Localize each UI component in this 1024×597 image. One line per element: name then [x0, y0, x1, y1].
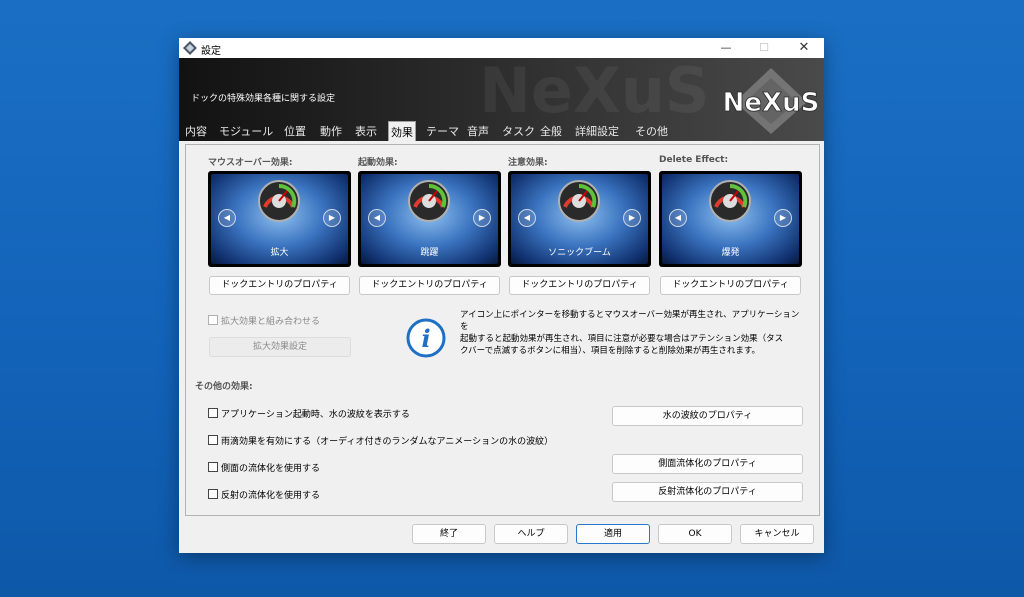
header-banner: NeXuS ドックの特殊効果各種に関する設定 NeXuS 内容 モジュール 位置… — [179, 58, 824, 141]
effects-description: アイコン上にポインターを移動するとマウスオーバー効果が再生され、アプリケーション… — [460, 309, 800, 357]
tab-theme[interactable]: テーマ — [426, 123, 459, 141]
reflection-fluid-checkbox[interactable]: 反射の流体化を使用する — [208, 488, 320, 501]
description-line: クバーで点滅するボタンに相当）、項目を削除すると削除効果が再生されます。 — [460, 346, 760, 356]
maximize-button[interactable]: ☐ — [745, 38, 783, 58]
help-button[interactable]: ヘルプ — [494, 524, 568, 544]
effect-caption: 跳躍 — [420, 248, 439, 258]
tab-misc[interactable]: その他 — [635, 123, 668, 141]
gauge-icon — [709, 180, 751, 222]
svg-text:i: i — [421, 324, 430, 353]
close-button[interactable]: ✕ — [785, 38, 823, 58]
tab-sound[interactable]: 音声 — [467, 123, 489, 141]
launch-effect-preview: ◀ ▶ 跳躍 — [358, 171, 501, 267]
window-title: 設定 — [201, 46, 221, 57]
tab-display[interactable]: 表示 — [355, 123, 377, 141]
previous-arrow-icon[interactable]: ◀ — [368, 209, 386, 227]
combine-zoom-label: 拡大効果と組み合わせる — [221, 317, 321, 327]
effect-caption: 爆発 — [721, 248, 740, 258]
checkbox-box[interactable] — [208, 435, 218, 445]
previous-arrow-icon[interactable]: ◀ — [669, 209, 687, 227]
reflection-fluid-label: 反射の流体化を使用する — [221, 491, 321, 501]
previous-arrow-icon[interactable]: ◀ — [518, 209, 536, 227]
description-line: 起動すると起動効果が再生され、項目に注意が必要な場合はアテンション効果（タス — [460, 334, 784, 344]
tab-advanced[interactable]: 詳細設定 — [575, 123, 619, 141]
side-fluid-properties-button[interactable]: 側面流体化のプロパティ — [612, 454, 803, 474]
banner-watermark: NeXuS — [479, 58, 710, 127]
delete-effect-label: Delete Effect: — [659, 155, 729, 165]
tab-contents[interactable]: 内容 — [185, 123, 207, 141]
info-icon: i — [406, 318, 446, 358]
checkbox-box[interactable] — [208, 489, 218, 499]
water-ripple-label: アプリケーション起動時、水の波紋を表示する — [221, 410, 410, 420]
mouseover-effect-preview: ◀ ▶ 拡大 — [208, 171, 351, 267]
tab-position[interactable]: 位置 — [284, 123, 306, 141]
effect-caption: 拡大 — [270, 248, 289, 258]
banner-subtitle: ドックの特殊効果各種に関する設定 — [191, 94, 336, 104]
raindrop-label: 雨滴効果を有効にする（オーディオ付きのランダムなアニメーションの水の波紋） — [221, 437, 554, 447]
checkbox-box[interactable] — [208, 462, 218, 472]
gauge-icon — [258, 180, 300, 222]
tab-tasks[interactable]: タスク — [502, 123, 535, 141]
minimize-button[interactable]: — — [707, 38, 745, 58]
combine-zoom-checkbox[interactable]: 拡大効果と組み合わせる — [208, 314, 320, 327]
tab-behavior[interactable]: 動作 — [320, 123, 342, 141]
tab-general[interactable]: 全般 — [540, 123, 562, 141]
apply-button[interactable]: 適用 — [576, 524, 650, 544]
other-effects-heading: その他の効果: — [195, 382, 253, 392]
nexus-logo: NeXuS — [725, 68, 817, 134]
next-arrow-icon[interactable]: ▶ — [774, 209, 792, 227]
side-fluid-label: 側面の流体化を使用する — [221, 464, 321, 474]
dock-entry-properties-button-2[interactable]: ドックエントリのプロパティ — [359, 276, 500, 295]
attention-effect-label: 注意効果: — [508, 158, 548, 168]
app-diamond-icon — [183, 41, 197, 55]
next-arrow-icon[interactable]: ▶ — [623, 209, 641, 227]
title-bar[interactable]: 設定 — ☐ ✕ — [179, 38, 824, 58]
effects-panel: マウスオーバー効果: ◀ ▶ 拡大 ドックエントリのプロパティ 起動効果: ◀ … — [185, 144, 820, 516]
ok-button[interactable]: OK — [658, 524, 732, 544]
gauge-icon — [558, 180, 600, 222]
tab-modules[interactable]: モジュール — [219, 123, 273, 141]
next-arrow-icon[interactable]: ▶ — [473, 209, 491, 227]
delete-effect-preview: ◀ ▶ 爆発 — [659, 171, 802, 267]
dock-entry-properties-button-4[interactable]: ドックエントリのプロパティ — [660, 276, 801, 295]
launch-effect-label: 起動効果: — [358, 158, 398, 168]
attention-effect-preview: ◀ ▶ ソニックブーム — [508, 171, 651, 267]
settings-window: 設定 — ☐ ✕ NeXuS ドックの特殊効果各種に関する設定 NeXuS 内容… — [179, 38, 824, 553]
raindrop-checkbox[interactable]: 雨滴効果を有効にする（オーディオ付きのランダムなアニメーションの水の波紋） — [208, 434, 553, 447]
dock-entry-properties-button-3[interactable]: ドックエントリのプロパティ — [509, 276, 650, 295]
checkbox-box[interactable] — [208, 315, 218, 325]
checkbox-box[interactable] — [208, 408, 218, 418]
previous-arrow-icon[interactable]: ◀ — [218, 209, 236, 227]
side-fluid-checkbox[interactable]: 側面の流体化を使用する — [208, 461, 320, 474]
exit-button[interactable]: 終了 — [412, 524, 486, 544]
description-line: アイコン上にポインターを移動するとマウスオーバー効果が再生され、アプリケーション… — [460, 310, 800, 332]
dock-entry-properties-button-1[interactable]: ドックエントリのプロパティ — [209, 276, 350, 295]
next-arrow-icon[interactable]: ▶ — [323, 209, 341, 227]
tab-effects[interactable]: 効果 — [388, 121, 416, 141]
mouseover-effect-label: マウスオーバー効果: — [208, 158, 293, 168]
water-ripple-properties-button[interactable]: 水の波紋のプロパティ — [612, 406, 803, 426]
water-ripple-checkbox[interactable]: アプリケーション起動時、水の波紋を表示する — [208, 407, 410, 420]
zoom-settings-button[interactable]: 拡大効果設定 — [209, 337, 351, 357]
gauge-icon — [408, 180, 450, 222]
reflection-fluid-properties-button[interactable]: 反射流体化のプロパティ — [612, 482, 803, 502]
effect-caption: ソニックブーム — [548, 248, 611, 258]
svg-text:NeXuS: NeXuS — [725, 88, 817, 118]
cancel-button[interactable]: キャンセル — [740, 524, 814, 544]
